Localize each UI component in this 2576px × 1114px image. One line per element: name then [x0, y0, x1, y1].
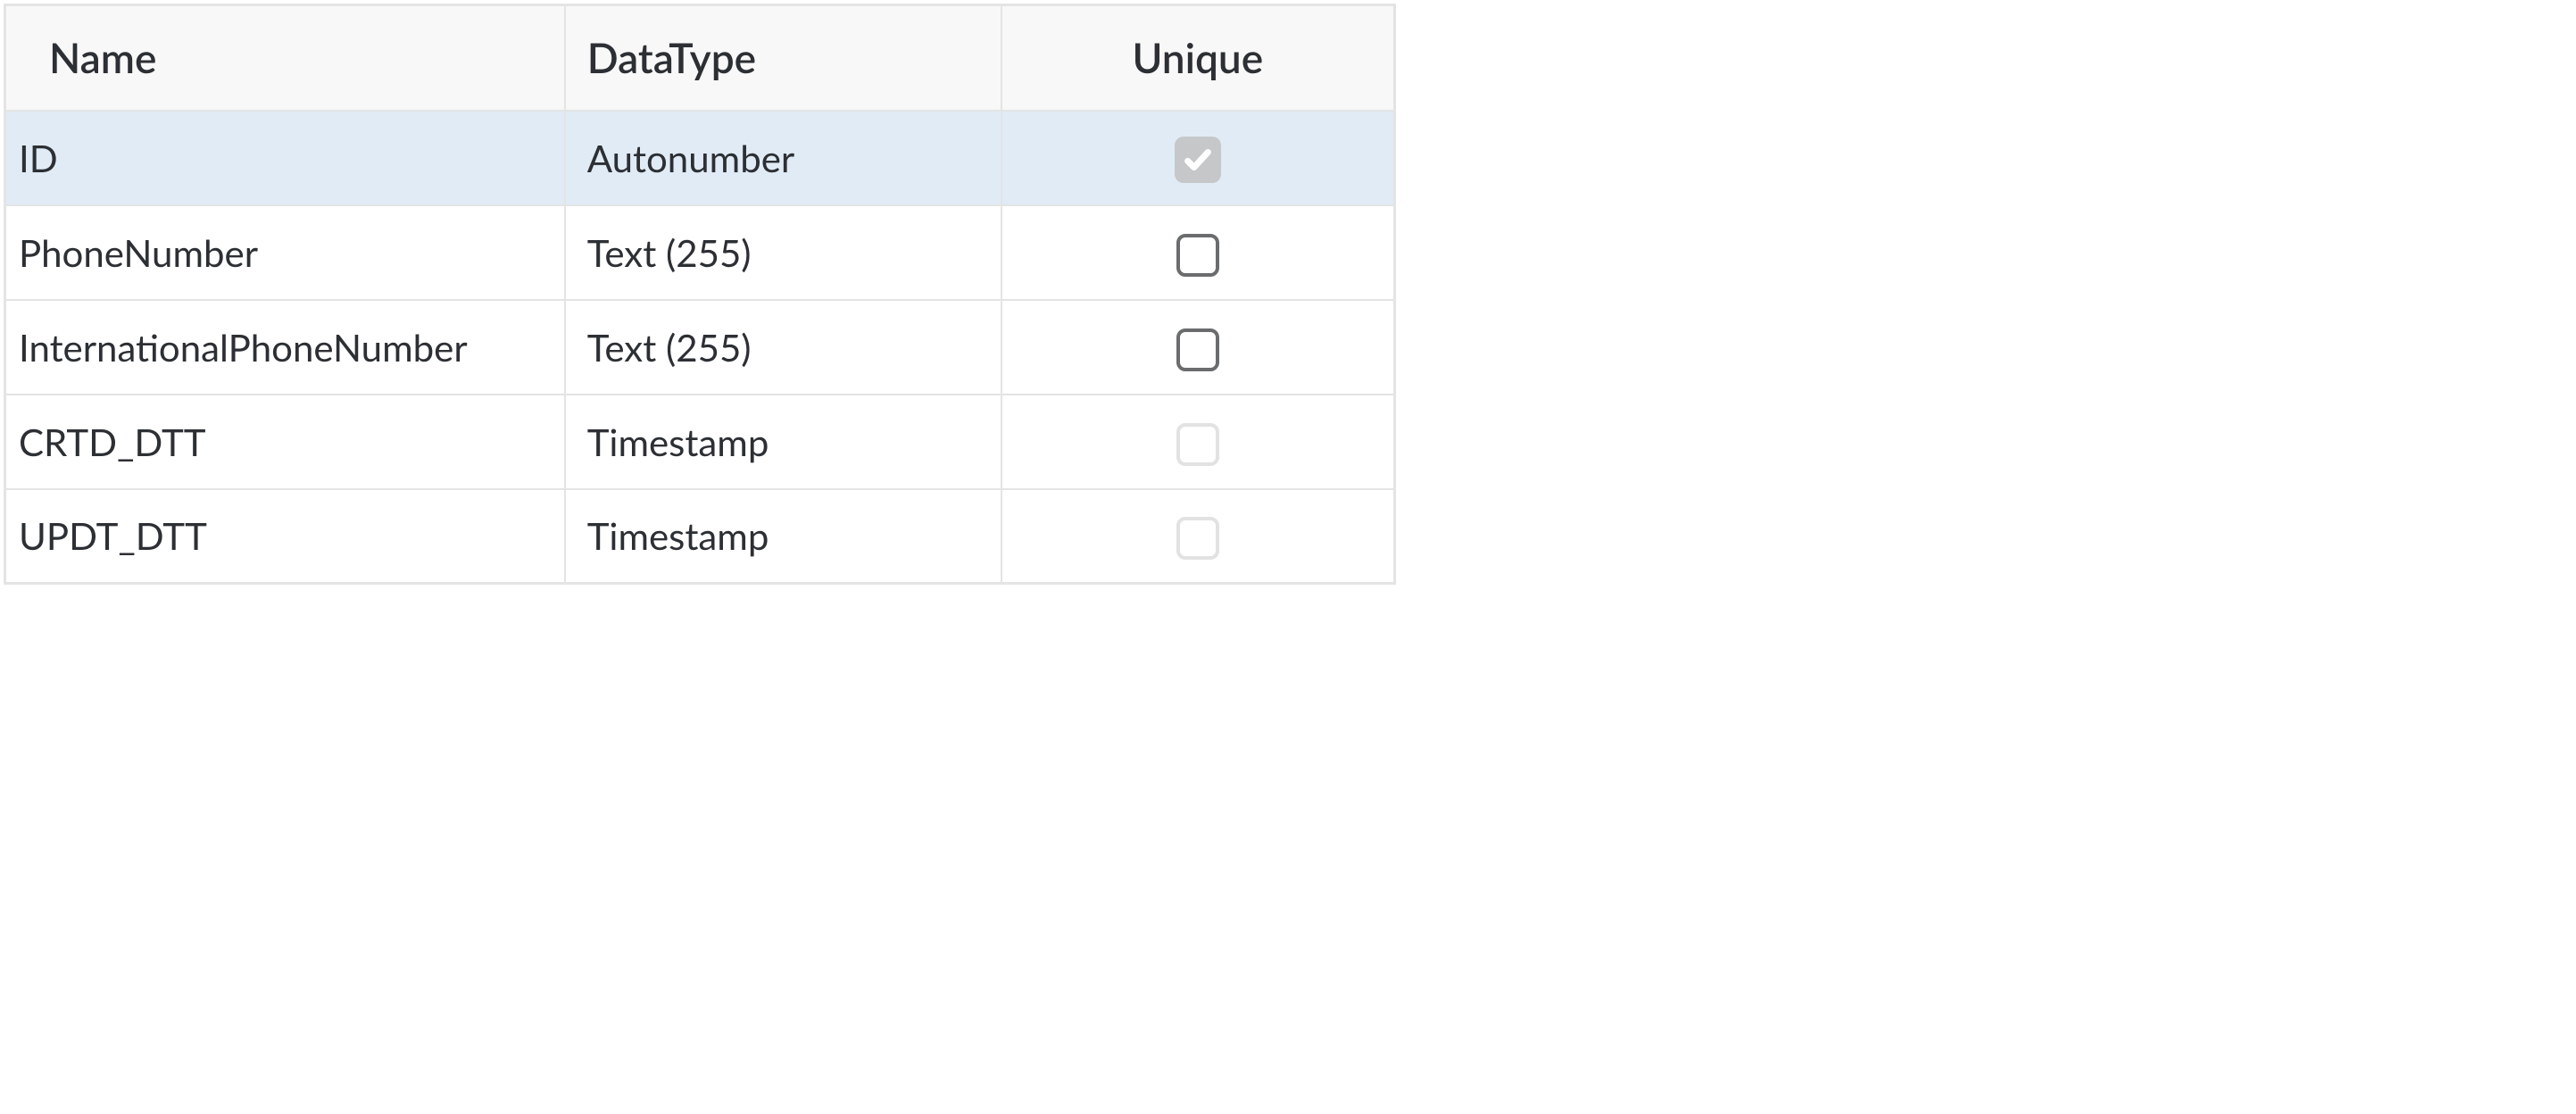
cell-name[interactable]: UPDT_DTT — [5, 489, 565, 584]
column-header-unique[interactable]: Unique — [1001, 5, 1395, 111]
cell-name[interactable]: InternationalPhoneNumber — [5, 300, 565, 395]
table-row[interactable]: PhoneNumber Text (255) — [5, 205, 1395, 300]
field-datatype-label: Timestamp — [587, 420, 769, 464]
check-icon — [1183, 145, 1213, 175]
field-datatype-label: Autonumber — [587, 136, 794, 180]
cell-datatype[interactable]: Timestamp — [565, 489, 1001, 584]
table-row[interactable]: ID Autonumber — [5, 111, 1395, 205]
table-header-row: Name DataType Unique — [5, 5, 1395, 111]
cell-unique — [1001, 489, 1395, 584]
field-datatype-label: Text (255) — [587, 230, 752, 275]
unique-checkbox — [1175, 137, 1221, 183]
cell-name[interactable]: ID — [5, 111, 565, 205]
unique-checkbox[interactable] — [1176, 234, 1219, 277]
field-name-label: UPDT_DTT — [19, 513, 207, 558]
cell-datatype[interactable]: Text (255) — [565, 300, 1001, 395]
cell-name[interactable]: PhoneNumber — [5, 205, 565, 300]
cell-datatype[interactable]: Text (255) — [565, 205, 1001, 300]
field-datatype-label: Timestamp — [587, 513, 769, 558]
cell-unique — [1001, 395, 1395, 489]
cell-unique — [1001, 111, 1395, 205]
table-row[interactable]: InternationalPhoneNumber Text (255) — [5, 300, 1395, 395]
column-header-name[interactable]: Name — [5, 5, 565, 111]
table-row[interactable]: UPDT_DTT Timestamp — [5, 489, 1395, 584]
cell-datatype[interactable]: Autonumber — [565, 111, 1001, 205]
field-datatype-label: Text (255) — [587, 325, 752, 370]
cell-unique — [1001, 205, 1395, 300]
fields-table: Name DataType Unique ID Autonumber PhoneNu… — [4, 4, 1396, 585]
table-row[interactable]: CRTD_DTT Timestamp — [5, 395, 1395, 489]
column-header-datatype[interactable]: DataType — [565, 5, 1001, 111]
unique-checkbox — [1176, 517, 1219, 560]
field-name-label: PhoneNumber — [19, 230, 258, 275]
field-name-label: CRTD_DTT — [19, 420, 206, 464]
unique-checkbox[interactable] — [1176, 328, 1219, 371]
field-name-label: ID — [19, 136, 58, 180]
unique-checkbox — [1176, 423, 1219, 466]
field-name-label: InternationalPhoneNumber — [19, 325, 468, 370]
cell-name[interactable]: CRTD_DTT — [5, 395, 565, 489]
cell-datatype[interactable]: Timestamp — [565, 395, 1001, 489]
cell-unique — [1001, 300, 1395, 395]
